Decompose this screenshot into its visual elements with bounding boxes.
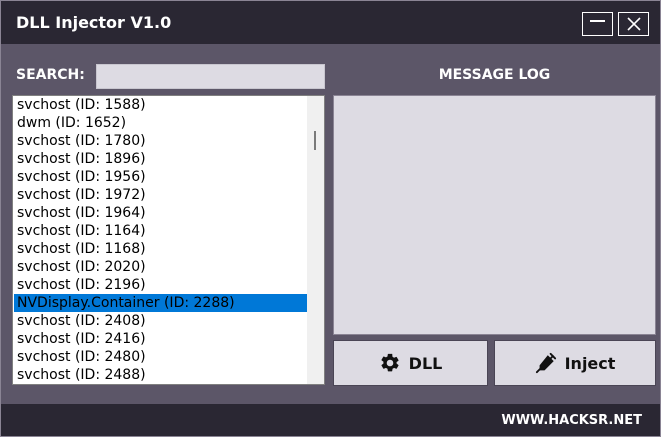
process-list-item[interactable]: svchost (ID: 2196) (14, 276, 307, 294)
process-list-item[interactable]: svchost (ID: 1956) (14, 168, 307, 186)
search-label: SEARCH: (16, 67, 85, 83)
process-list-scrollbar[interactable] (307, 96, 324, 384)
gear-icon (381, 353, 399, 372)
process-list-item[interactable]: svchost (ID: 1168) (14, 240, 307, 258)
window-title: DLL Injector V1.0 (16, 13, 172, 32)
process-list-item[interactable]: svchost (ID: 1896) (14, 150, 307, 168)
close-icon (626, 17, 641, 31)
process-list-item[interactable]: svchost (ID: 1164) (14, 222, 307, 240)
dll-button-label: DLL (408, 353, 443, 373)
process-list-item[interactable]: svchost (ID: 1972) (14, 186, 307, 204)
syringe-icon (535, 352, 556, 374)
message-log-label: MESSAGE LOG (438, 67, 551, 83)
search-input[interactable] (96, 64, 325, 89)
process-list[interactable]: svchost (ID: 1588) dwm (ID: 1652) svchost … (12, 95, 325, 385)
process-list-item[interactable]: svchost (ID: 2020) (14, 258, 307, 276)
inject-button[interactable]: Inject (494, 340, 656, 386)
minimize-button[interactable] (582, 12, 613, 36)
message-log (333, 95, 656, 335)
title-bar: DLL Injector V1.0 (1, 1, 660, 44)
footer-website: WWW.HACKSR.NET (501, 413, 642, 428)
close-button[interactable] (618, 12, 649, 36)
process-list-item[interactable]: NVDisplay.Container (ID: 2288) (14, 294, 307, 312)
process-list-item[interactable]: svchost (ID: 2408) (14, 312, 307, 330)
process-list-item[interactable]: svchost (ID: 2416) (14, 330, 307, 348)
process-list-item[interactable]: svchost (ID: 1780) (14, 132, 307, 150)
process-list-item[interactable]: svchost (ID: 2480) (14, 348, 307, 366)
footer: WWW.HACKSR.NET (1, 404, 660, 436)
process-list-item[interactable]: svchost (ID: 2488) (14, 366, 307, 384)
process-list-item[interactable]: dwm (ID: 1652) (14, 114, 307, 132)
minimize-icon (590, 20, 605, 22)
process-list-items: svchost (ID: 1588) dwm (ID: 1652) svchost … (13, 96, 307, 384)
process-list-item[interactable]: svchost (ID: 1964) (14, 204, 307, 222)
process-list-item[interactable]: svchost (ID: 1588) (14, 96, 307, 114)
dll-button[interactable]: DLL (333, 340, 488, 386)
scrollbar-thumb[interactable] (314, 131, 316, 150)
inject-button-label: Inject (564, 353, 616, 373)
